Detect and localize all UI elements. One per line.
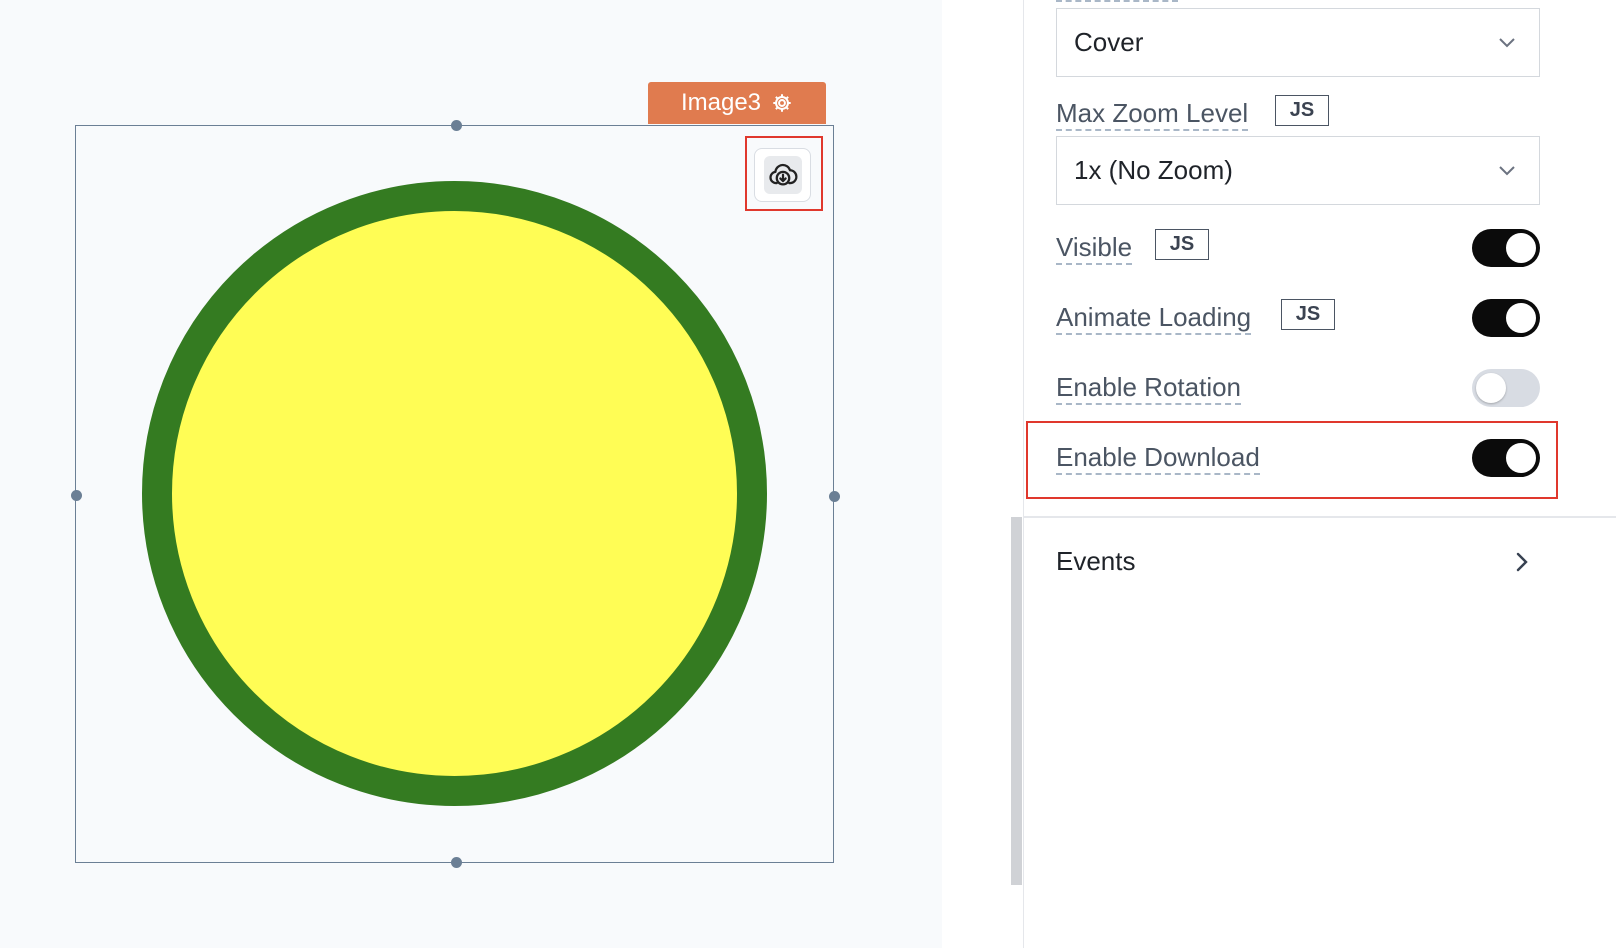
object-fit-select[interactable]: Cover (1056, 8, 1540, 77)
scrollbar-thumb[interactable] (1011, 517, 1022, 885)
animate-loading-toggle[interactable] (1472, 299, 1540, 337)
max-zoom-select[interactable]: 1x (No Zoom) (1056, 136, 1540, 205)
previous-label-underline (1056, 0, 1178, 2)
animate-loading-js-toggle[interactable]: JS (1281, 299, 1335, 330)
widget-name-tag[interactable]: Image3 (648, 82, 826, 124)
resize-handle-top[interactable] (451, 120, 462, 131)
enable-rotation-label: Enable Rotation (1056, 371, 1242, 405)
section-divider (1024, 516, 1616, 518)
enable-download-label: Enable Download (1056, 441, 1260, 475)
max-zoom-label: Max Zoom Level (1056, 97, 1249, 131)
animate-loading-label: Animate Loading (1056, 301, 1252, 335)
image-content (142, 181, 767, 806)
visible-js-toggle[interactable]: JS (1155, 229, 1209, 260)
max-zoom-value: 1x (No Zoom) (1074, 155, 1233, 185)
resize-handle-right[interactable] (829, 491, 840, 502)
widget-name: Image3 (680, 89, 762, 116)
events-section-header[interactable]: Events (1056, 546, 1136, 577)
chevron-down-icon (1499, 166, 1515, 176)
object-fit-value: Cover (1074, 27, 1144, 57)
gear-icon[interactable] (771, 92, 793, 114)
visible-toggle[interactable] (1472, 229, 1540, 267)
enable-download-toggle[interactable] (1472, 439, 1540, 477)
download-button[interactable] (754, 148, 811, 202)
chevron-right-icon[interactable] (1510, 550, 1534, 574)
visible-label: Visible (1056, 231, 1133, 265)
chevron-down-icon (1499, 38, 1515, 48)
enable-rotation-toggle[interactable] (1472, 369, 1540, 407)
cloud-download-icon (768, 163, 797, 186)
resize-handle-left[interactable] (71, 490, 82, 501)
max-zoom-js-toggle[interactable]: JS (1275, 95, 1329, 126)
resize-handle-bottom[interactable] (451, 857, 462, 868)
